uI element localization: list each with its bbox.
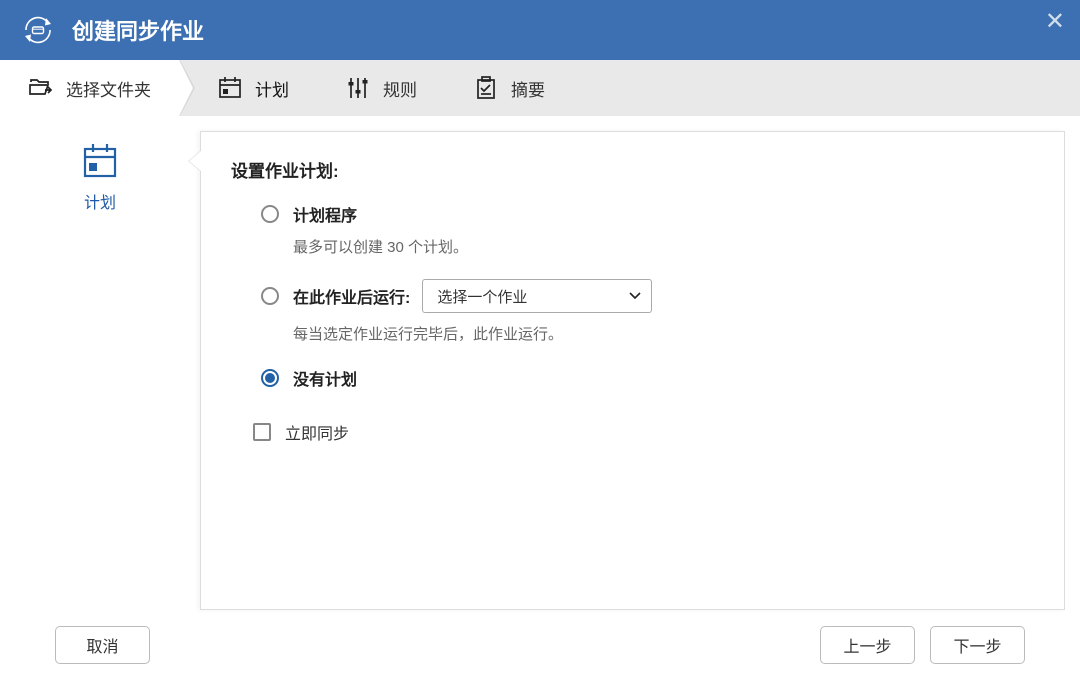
step-schedule[interactable]: 计划	[179, 60, 317, 116]
prev-button[interactable]: 上一步	[820, 626, 915, 664]
footer-bar: 取消 上一步 下一步	[0, 610, 1080, 680]
step-rules[interactable]: 规则	[317, 60, 445, 116]
calendar-icon	[80, 141, 120, 181]
side-arrow	[189, 151, 201, 171]
option-no-schedule: 没有计划	[261, 366, 1034, 390]
select-job-dropdown[interactable]: 选择一个作业	[422, 279, 652, 313]
next-button[interactable]: 下一步	[930, 626, 1025, 664]
select-placeholder: 选择一个作业	[437, 286, 527, 307]
option-desc: 最多可以创建 30 个计划。	[293, 236, 1034, 257]
side-panel: 计划	[0, 116, 200, 610]
step-select-folder[interactable]: 选择文件夹	[0, 60, 179, 116]
sync-now-row: 立即同步	[231, 420, 1034, 444]
chevron-down-icon	[629, 289, 641, 303]
option-desc: 每当选定作业运行完毕后，此作业运行。	[293, 323, 1034, 344]
step-label: 选择文件夹	[66, 76, 151, 101]
section-title: 设置作业计划:	[231, 157, 1034, 182]
sync-icon	[20, 12, 56, 48]
step-label: 规则	[383, 76, 417, 101]
button-label: 上一步	[843, 633, 891, 657]
cancel-button[interactable]: 取消	[55, 626, 150, 664]
dialog-title: 创建同步作业	[72, 14, 204, 46]
step-summary[interactable]: 摘要	[445, 60, 573, 116]
main-panel: 设置作业计划: 计划程序 最多可以创建 30 个计划。 在此作业后运行: 选择一…	[200, 131, 1065, 610]
checkbox-sync-now[interactable]	[253, 423, 271, 441]
radio-no-schedule[interactable]	[261, 369, 279, 387]
radio-after-job[interactable]	[261, 287, 279, 305]
clipboard-icon	[473, 75, 499, 101]
calendar-icon	[217, 75, 243, 101]
folder-icon	[28, 75, 54, 101]
option-scheduler: 计划程序 最多可以创建 30 个计划。	[261, 202, 1034, 257]
sliders-icon	[345, 75, 371, 101]
radio-label: 在此作业后运行:	[293, 284, 410, 308]
button-label: 下一步	[953, 633, 1001, 657]
close-icon[interactable]: ✕	[1045, 10, 1065, 34]
step-label: 摘要	[511, 76, 545, 101]
button-label: 取消	[86, 633, 118, 657]
radio-scheduler[interactable]	[261, 205, 279, 223]
option-after-job: 在此作业后运行: 选择一个作业 每当选定作业运行完毕后，此作业运行。	[261, 279, 1034, 344]
radio-label: 计划程序	[293, 202, 357, 226]
step-label: 计划	[255, 76, 289, 101]
dialog-header: 创建同步作业 ✕	[0, 0, 1080, 60]
wizard-steps: 选择文件夹 计划 规则	[0, 60, 1080, 116]
side-panel-label: 计划	[84, 189, 116, 213]
checkbox-label: 立即同步	[285, 420, 349, 444]
radio-group: 计划程序 最多可以创建 30 个计划。 在此作业后运行: 选择一个作业 每当选定…	[231, 202, 1034, 390]
radio-label: 没有计划	[293, 366, 357, 390]
